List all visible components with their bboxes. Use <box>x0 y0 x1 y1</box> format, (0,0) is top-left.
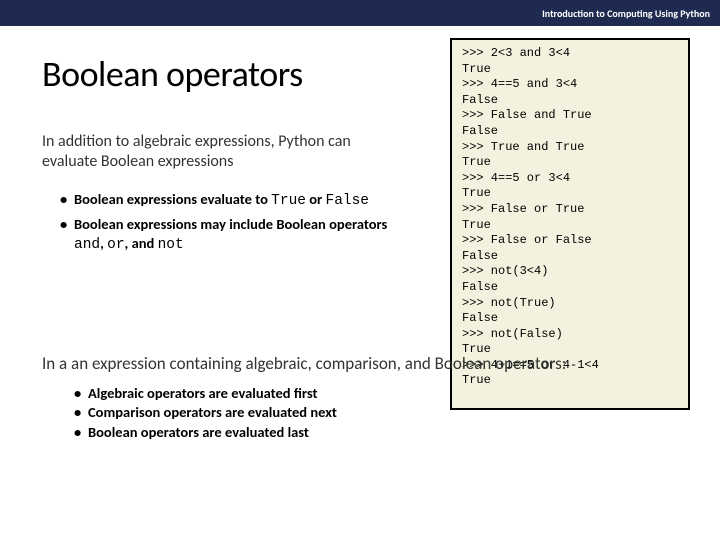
list-item: Comparison operators are evaluated next <box>74 403 678 423</box>
footer-bullets: Algebraic operators are evaluated first … <box>42 384 678 443</box>
list-item: Boolean expressions may include Boolean … <box>60 215 402 255</box>
list-item: Boolean operators are evaluated last <box>74 423 678 443</box>
bullet-text: , and <box>125 234 158 252</box>
main-bullets: Boolean expressions evaluate to True or … <box>42 190 402 255</box>
bullet-text: Boolean expressions may include Boolean … <box>74 215 387 233</box>
list-item: Boolean expressions evaluate to True or … <box>60 190 402 211</box>
bullet-text: or <box>306 190 326 208</box>
content-area: Boolean operators In addition to algebra… <box>0 52 720 442</box>
code-span: True <box>271 193 306 209</box>
footer-intro: In a an expression containing algebraic,… <box>42 353 678 374</box>
code-span: False <box>326 193 370 209</box>
code-span: not <box>158 237 184 253</box>
header-text: Introduction to Computing Using Python <box>542 7 710 20</box>
header-bar: Introduction to Computing Using Python <box>0 0 720 26</box>
slide-title: Boolean operators <box>42 52 678 96</box>
code-span: or <box>107 237 124 253</box>
list-item: Algebraic operators are evaluated first <box>74 384 678 404</box>
intro-text: In addition to algebraic expressions, Py… <box>42 132 402 172</box>
code-span: and <box>74 237 100 253</box>
bullet-text: Boolean expressions evaluate to <box>74 190 271 208</box>
